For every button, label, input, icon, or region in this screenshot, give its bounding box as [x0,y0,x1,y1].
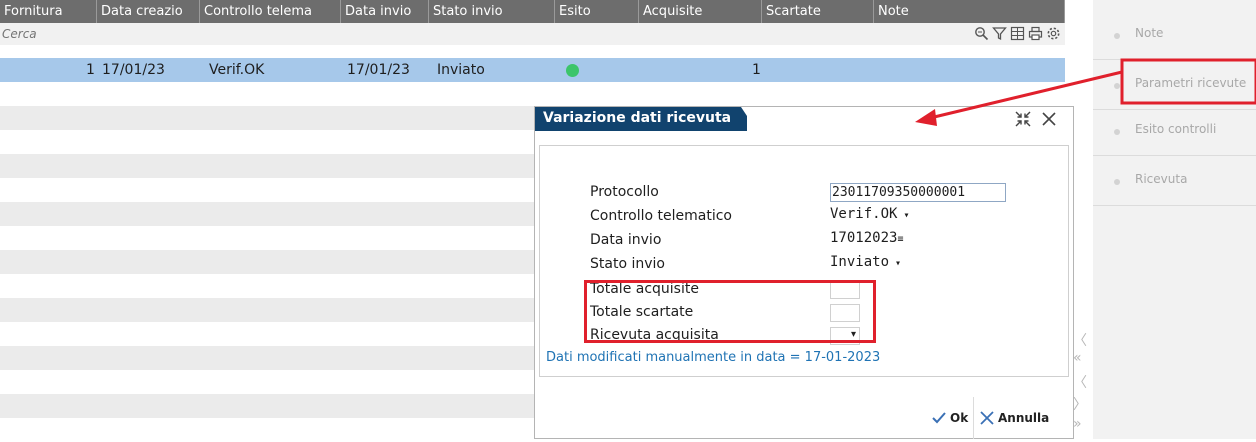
settings-icon[interactable] [1046,26,1061,41]
excel-icon[interactable] [1010,26,1025,41]
protocollo-label: Protocollo [590,184,659,200]
manual-edit-note: Dati modificati manualmente in data = 17… [546,350,881,365]
column-header[interactable]: Scartate [762,0,874,23]
data-invio-value: 17012023 [830,230,898,246]
bullet-icon [1114,33,1120,39]
right-action-panel: Note Parametri ricevute Esito controlli … [1093,0,1256,439]
prev-fast-icon[interactable]: « [1073,350,1082,366]
bullet-icon [1114,129,1120,135]
cancel-button[interactable]: Annulla [979,407,1049,429]
column-header[interactable]: Data creazio [97,0,200,23]
column-header[interactable]: Note [874,0,1065,23]
stato-invio-label: Stato invio [590,256,665,272]
data-invio-field[interactable]: 17012023≡ [830,230,903,246]
compress-icon[interactable] [1014,110,1032,128]
status-green-dot-icon [566,64,579,77]
panel-item-note[interactable]: Note [1093,12,1256,60]
data-invio-label: Data invio [590,232,662,248]
table-cell-acquisite: 1 [752,62,761,78]
table-toolbar [974,26,1061,41]
panel-item-parametri-ricevute[interactable]: Parametri ricevute [1093,62,1256,110]
panel-item-ricevuta[interactable]: Ricevuta [1093,158,1256,206]
table-cell-stato: Inviato [437,62,485,78]
close-icon[interactable] [1040,110,1058,128]
table-header: Fornitura Data creazio Controllo telema Dat… [0,0,1065,23]
column-header[interactable]: Acquisite [639,0,762,23]
chevron-down-icon: ▾ [903,210,910,221]
stato-invio-select[interactable]: Inviato ▾ [830,254,901,270]
table-cell-controllo: Verif.OK [209,62,265,78]
table-row[interactable]: 1 17/01/23 Verif.OK 17/01/23 Inviato 1 [0,58,1065,82]
table-cell-data-creazione: 17/01/23 [102,62,165,78]
controllo-telematico-value: Verif.OK [830,206,898,222]
highlight-box [584,280,876,343]
next-fast-icon[interactable]: » [1073,416,1082,432]
print-icon[interactable] [1028,26,1043,41]
zoom-icon[interactable] [974,26,989,41]
next-page-icon[interactable]: 〉 [1073,394,1087,414]
panel-item-label: Parametri ricevute [1135,76,1247,90]
chevron-down-icon: ▾ [895,258,902,269]
column-header[interactable]: Stato invio [429,0,555,23]
panel-item-label: Esito controlli [1135,122,1217,136]
column-header[interactable]: Data invio [341,0,429,23]
column-header[interactable]: Fornitura [0,0,97,23]
prev-page-icon[interactable]: 〈 [1073,372,1087,392]
bullet-icon [1114,83,1120,89]
panel-item-esito-controlli[interactable]: Esito controlli [1093,108,1256,156]
table-cell-data-invio: 17/01/23 [347,62,410,78]
search-row [0,23,1065,45]
ok-button[interactable]: Ok [931,407,968,429]
panel-item-label: Ricevuta [1135,172,1188,186]
dialog-form: Protocollo 23011709350000001 Controllo t… [539,145,1069,377]
column-header[interactable]: Controllo telema [200,0,341,23]
panel-item-label: Note [1135,26,1164,40]
bullet-icon [1114,179,1120,185]
close-icon [980,411,994,425]
column-header[interactable]: Esito [555,0,639,23]
cancel-label: Annulla [998,411,1050,425]
button-divider [973,397,974,439]
controllo-telematico-label: Controllo telematico [590,208,732,224]
table-cell-fornitura: 1 [86,62,95,78]
ok-label: Ok [950,411,969,425]
first-page-icon[interactable]: 〈 [1073,330,1087,350]
dialog-title: Variazione dati ricevuta [543,110,732,126]
table-row[interactable] [0,82,1065,106]
controllo-telematico-select[interactable]: Verif.OK ▾ [830,206,909,222]
calendar-icon[interactable]: ≡ [897,234,903,245]
protocollo-field[interactable]: 23011709350000001 [830,183,1006,202]
check-icon [932,412,946,424]
filter-icon[interactable] [992,26,1007,41]
dialog-titlebar: Variazione dati ricevuta [535,107,1073,131]
search-input[interactable] [2,25,402,43]
stato-invio-value: Inviato [830,254,890,270]
variazione-dati-dialog: Variazione dati ricevuta Protocollo 2301… [534,106,1074,439]
